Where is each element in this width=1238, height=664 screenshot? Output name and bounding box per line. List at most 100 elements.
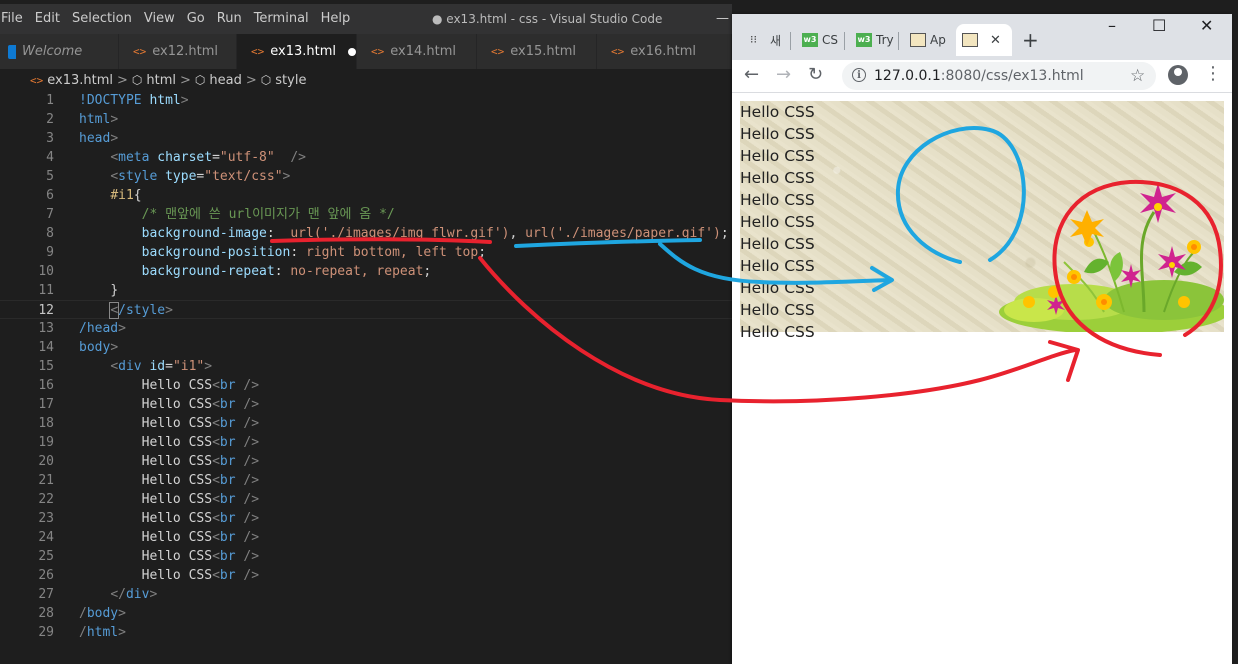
code-line[interactable]: 16 Hello CSS<br /> [0,376,732,395]
browser-tab[interactable]: Ap [904,24,946,56]
menu-selection[interactable]: Selection [66,4,138,34]
code-line[interactable]: 3 head> [0,129,732,148]
breadcrumb-item[interactable]: html [146,73,176,88]
url-text[interactable]: 127.0.0.1:8080/css/ex13.html [874,62,1084,90]
code-line[interactable]: 6 #i1{ [0,186,732,205]
code-token: / [79,625,87,640]
code-line[interactable]: 22 Hello CSS<br /> [0,490,732,509]
vscode-window: File Edit Selection View Go Run Terminal Help ●… [0,0,732,664]
browser-tab[interactable]: ✕ [956,24,1012,56]
bookmark-star-icon[interactable]: ☆ [1130,66,1145,86]
tab-label: ex16.html [630,44,696,59]
code-text: } [79,281,118,300]
window-maximize-icon[interactable]: ☐ [1152,16,1166,35]
tab-ex14-html[interactable]: <> ex14.html [357,34,477,69]
tab-ex16-html[interactable]: <> ex16.html [597,34,732,69]
code-token: style [118,169,166,184]
tab-label: Welcome [22,44,83,59]
more-menu-icon[interactable]: ⋮ [1204,63,1222,84]
code-token: br [219,454,244,469]
code-line[interactable]: 4 <meta charset="utf-8" /> [0,148,732,167]
line-number: 1 [46,93,54,108]
code-token: < [110,359,119,374]
code-token: < [212,511,220,526]
code-line[interactable]: 12 </style> [0,300,732,319]
code-line[interactable]: 26 Hello CSS<br /> [0,566,732,585]
tab-ex15-html[interactable]: <> ex15.html [477,34,597,69]
code-token: /> [243,473,260,488]
code-line[interactable]: 13/head> [0,319,732,338]
profile-avatar-icon[interactable] [1168,65,1188,85]
menu-edit[interactable]: Edit [29,4,66,34]
window-close-icon[interactable]: ✕ [1200,16,1213,35]
close-tab-icon[interactable]: ✕ [990,33,1001,48]
code-line[interactable]: 19 Hello CSS<br /> [0,433,732,452]
code-line[interactable]: 24 Hello CSS<br /> [0,528,732,547]
code-editor[interactable]: 1 !DOCTYPE html> 2 html> 3 head> 4 <meta chars… [0,91,732,664]
menu-run[interactable]: Run [211,4,248,34]
address-bar[interactable]: i 127.0.0.1:8080/css/ex13.html ☆ [842,62,1156,90]
code-line[interactable]: 18 Hello CSS<br /> [0,414,732,433]
code-line[interactable]: 20 Hello CSS<br /> [0,452,732,471]
menu-view[interactable]: View [138,4,181,34]
code-line[interactable]: 28/body> [0,604,732,623]
code-line[interactable]: 23 Hello CSS<br /> [0,509,732,528]
menu-terminal[interactable]: Terminal [248,4,315,34]
forward-arrow-icon[interactable]: → [776,64,791,85]
code-line[interactable]: 11 } [0,281,732,300]
breadcrumb-item[interactable]: ex13.html [47,73,113,88]
minimize-button[interactable]: — [716,4,729,34]
code-line[interactable]: 14 body> [0,338,732,357]
code-token: = [212,150,220,165]
code-line[interactable]: 5 <style type="text/css"> [0,167,732,186]
code-line[interactable]: 9 background-position: right bottom, lef… [0,243,732,262]
line-number: 22 [38,492,54,507]
tab-welcome[interactable]: Welcome [0,34,119,69]
code-line[interactable]: 1 !DOCTYPE html> [0,91,732,110]
url-path: :8080/css/ex13.html [940,68,1084,84]
code-token: "utf-8" [219,150,275,165]
tab-ex13-html[interactable]: <> ex13.html [237,34,357,69]
code-text: body> [79,338,118,357]
browser-tab[interactable]: ⁝⁝ 새 [744,24,786,56]
window-minimize-icon[interactable]: – [1108,16,1116,35]
code-token: charset [157,150,213,165]
line-number: 28 [38,606,54,621]
background-demo-div: Hello CSS Hello CSS Hello CSS Hello CSS Hell… [740,101,1224,341]
code-line[interactable]: 7 /* 맨앞에 쓴 url이미지가 맨 앞에 옴 */ [0,205,732,224]
menu-help[interactable]: Help [315,4,357,34]
code-token: br [219,549,244,564]
code-token: /> [243,416,260,431]
flower-background-image [999,183,1224,332]
tab-ex12-html[interactable]: <> ex12.html [119,34,237,69]
back-arrow-icon[interactable]: ← [744,64,759,85]
browser-tab[interactable]: w3 CS [796,24,840,56]
reload-icon[interactable]: ↻ [808,64,823,85]
menu-file[interactable]: File [0,4,29,34]
code-line[interactable]: 27 </div> [0,585,732,604]
code-line[interactable]: 25 Hello CSS<br /> [0,547,732,566]
breadcrumb-item[interactable]: style [275,73,306,88]
new-tab-plus-icon[interactable]: + [1022,28,1039,52]
breadcrumb-item[interactable]: head [209,73,241,88]
code-line[interactable]: 29/html> [0,623,732,642]
code-line[interactable]: 21 Hello CSS<br /> [0,471,732,490]
code-token: Hello CSS [79,378,213,393]
code-token: background-position [141,245,291,260]
code-line[interactable]: 8 background-image: url('./images/img_fl… [0,224,732,243]
code-line[interactable]: 17 Hello CSS<br /> [0,395,732,414]
menu-go[interactable]: Go [181,4,211,34]
code-line[interactable]: 15 <div id="i1"> [0,357,732,376]
code-line[interactable]: 2 html> [0,110,732,129]
hello-css-text: Hello CSS [740,125,815,143]
code-line[interactable]: 10 background-repeat: no-repeat, repeat; [0,262,732,281]
menu-bar: File Edit Selection View Go Run Terminal Help [0,4,356,34]
unsaved-dot-icon[interactable] [348,47,356,56]
site-info-icon[interactable]: i [852,68,866,82]
tab-separator [898,32,899,50]
browser-tab[interactable]: w3 Try [850,24,894,56]
